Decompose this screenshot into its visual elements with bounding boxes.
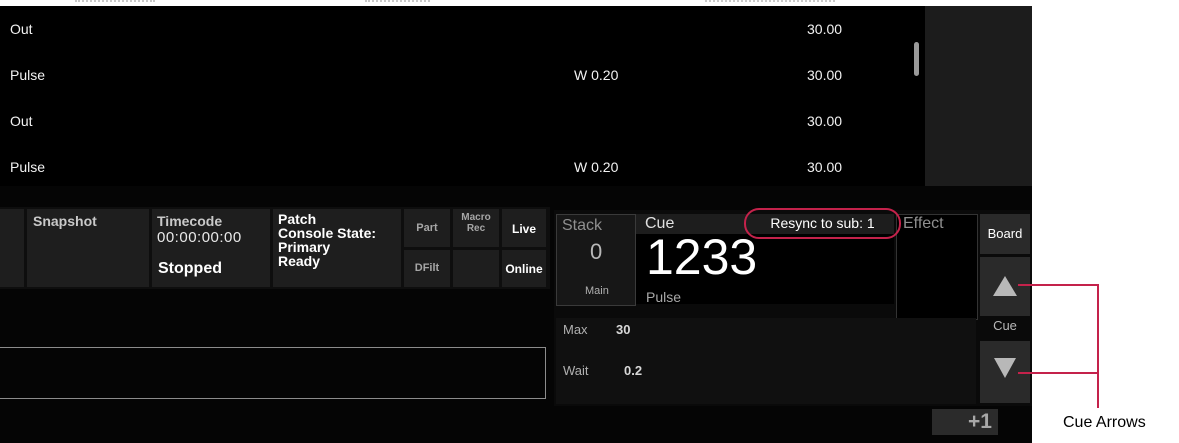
console-state-label: Console State: [278,225,377,241]
console-state-primary: Primary [278,239,331,255]
command-line-input[interactable] [0,347,546,399]
cue-arrows-label: Cue [993,318,1017,333]
online-label: Online [505,262,543,276]
stack-label: Stack [562,217,603,234]
callout-line [1097,284,1099,408]
callout-line [1018,284,1098,286]
cue-list-row[interactable]: Pulse W 0.20 30.00 [0,144,925,190]
arrow-up-icon [993,276,1017,296]
wait-label: Wait [563,363,589,378]
board-label: Board [987,226,1023,241]
cue-row-time: 30.00 [807,159,843,175]
stack-box: Stack 0 Main [556,214,636,306]
patch-cell[interactable]: Patch Console State: Primary Ready [273,209,401,287]
cue-list: Out 30.00 Pulse W 0.20 30.00 Out 30.00 P… [0,6,925,186]
live-label: Live [511,222,536,236]
dfilt-button[interactable]: DFilt [404,250,450,287]
cue-arrows-callout: Cue Arrows [1063,414,1146,431]
bottom-strip [0,405,1032,443]
cue-row-label: Pulse [10,159,46,175]
cue-list-row[interactable]: Out 30.00 [0,98,925,144]
cue-row-time: 30.00 [807,113,843,129]
cue-row-time: 30.00 [807,21,843,37]
status-bar: Snapshot Timecode 00:00:00:00 Stopped Pa… [0,207,550,289]
cue-list-margin [925,6,1032,186]
cue-name: Pulse [646,289,682,305]
macro-rec-button[interactable]: Macro Rec [453,209,499,247]
timecode-cell[interactable]: Timecode 00:00:00:00 Stopped [152,209,270,287]
playback-status-display: Stack 0 Main Cue 1233 Pulse Effect Max 3… [554,210,1032,406]
cue-number: 1233 [646,229,758,285]
plus-one-button[interactable]: +1 [932,409,998,435]
cue-up-button[interactable] [980,257,1030,316]
effect-box: Effect [896,214,978,320]
timecode-state: Stopped [158,260,222,277]
status-cell-blank [453,250,499,287]
cue-list-row[interactable]: Pulse W 0.20 30.00 [0,52,925,98]
timecode-label: Timecode [157,213,223,229]
part-button[interactable]: Part [404,209,450,247]
console-state-ready: Ready [278,253,321,269]
cue-row-time: 30.00 [807,67,843,83]
arrow-down-icon [994,358,1016,378]
cue-row-label: Pulse [10,67,46,83]
online-indicator: Online [502,250,546,287]
cue-row-wait: W 0.20 [574,159,619,175]
resync-to-sub-indicator[interactable]: Resync to sub: 1 [744,208,901,239]
part-label: Part [416,222,438,234]
stack-sub-label: Main [585,285,609,297]
timing-box: Max 30 Wait 0.2 [556,318,976,404]
top-divider-dots [705,0,835,4]
timecode-value: 00:00:00:00 [157,229,242,246]
macro-rec-label: Macro Rec [461,212,491,234]
cue-row-wait: W 0.20 [574,67,619,83]
status-cell-edge [0,209,24,287]
board-button[interactable]: Board [980,214,1030,254]
stack-value: 0 [590,239,603,264]
effect-label: Effect [903,215,944,232]
wait-value: 0.2 [624,363,643,378]
snapshot-label: Snapshot [33,213,97,229]
cue-list-row[interactable]: Out 30.00 [0,6,925,52]
cue-row-label: Out [10,113,33,129]
dfilt-label: DFilt [414,262,440,274]
snapshot-cell[interactable]: Snapshot [27,209,149,287]
live-button[interactable]: Live [502,209,546,247]
top-divider-dots [75,0,155,4]
callout-line [1018,372,1098,374]
cue-list-scrollbar[interactable] [914,42,919,76]
board-column: Board Cue [978,210,1032,406]
cue-row-label: Out [10,21,33,37]
max-label: Max [563,322,588,337]
max-value: 30 [616,322,631,337]
top-divider-dots [365,0,430,4]
patch-label: Patch [278,211,317,227]
